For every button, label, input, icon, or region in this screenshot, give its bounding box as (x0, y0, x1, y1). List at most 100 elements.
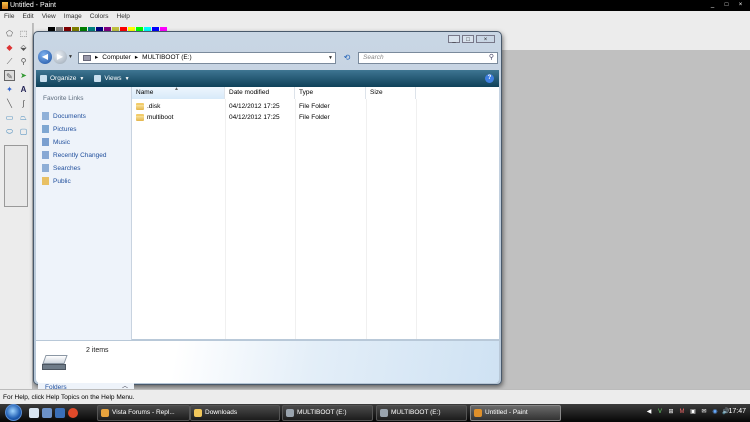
favorite-link-label: Documents (53, 112, 86, 120)
file-name: multiboot (147, 114, 174, 121)
menu-file[interactable]: File (4, 11, 14, 23)
tray-app-icon[interactable]: ⊞ (667, 408, 675, 417)
music-icon (42, 138, 49, 146)
column-header-date-modified[interactable]: Date modified (225, 87, 295, 99)
favorite-link-searches[interactable]: Searches (42, 164, 80, 172)
item-count: 2 items (86, 347, 109, 354)
tray-mail-icon[interactable]: ✉ (700, 408, 708, 417)
close-button[interactable]: × (735, 1, 746, 9)
tray-app-icon[interactable]: M (678, 408, 686, 417)
recently-changed-icon (42, 151, 49, 159)
polygon-icon[interactable]: ⏢ (18, 112, 29, 123)
ellipse-icon[interactable]: ⬭ (4, 126, 15, 137)
clock[interactable]: 17:47 (728, 408, 746, 415)
views-button[interactable]: Views ▼ (94, 75, 130, 82)
taskbar-button-browser[interactable]: Vista Forums - Repl... (97, 405, 190, 421)
text-tool-icon[interactable]: A (18, 84, 29, 95)
taskbar-button-paint[interactable]: Untitled - Paint (470, 405, 561, 421)
maximize-button[interactable]: □ (721, 1, 732, 9)
favorite-link-music[interactable]: Music (42, 138, 70, 146)
quick-launch-icon[interactable] (29, 408, 39, 418)
menu-view[interactable]: View (42, 11, 56, 23)
column-header-label: Type (299, 89, 314, 96)
brush-icon[interactable]: ➤ (18, 70, 29, 81)
explorer-minimize-button[interactable]: _ (448, 35, 460, 43)
column-divider (295, 99, 296, 339)
taskbar-button-multiboot-1[interactable]: MULTIBOOT (E:) (282, 405, 373, 421)
favorite-link-recently-changed[interactable]: Recently Changed (42, 151, 106, 159)
explorer-maximize-button[interactable]: □ (462, 35, 474, 43)
curve-icon[interactable]: ∫ (18, 98, 29, 109)
eraser-icon[interactable]: ◆ (4, 42, 15, 53)
favorite-link-label: Pictures (53, 125, 77, 133)
airbrush-icon[interactable]: ✦ (4, 84, 15, 95)
taskbar-button-downloads[interactable]: Downloads (190, 405, 280, 421)
command-bar: Organize ▼ Views ▼ ? (36, 70, 499, 87)
file-row[interactable]: .disk 04/12/2012 17:25 File Folder (132, 101, 499, 112)
tool-options-box[interactable] (4, 145, 28, 207)
drive-icon (286, 409, 294, 417)
column-header-name[interactable]: ▲ Name (132, 86, 225, 99)
fill-icon[interactable]: ⬙ (18, 42, 29, 53)
menu-colors[interactable]: Colors (90, 11, 109, 23)
minimize-button[interactable]: _ (707, 1, 718, 9)
search-icon[interactable]: ⚲ (489, 53, 494, 63)
address-dropdown-icon[interactable]: ▼ (328, 53, 333, 63)
quick-launch-icon[interactable] (55, 408, 65, 418)
explorer-close-button[interactable]: × (476, 35, 495, 43)
favorite-link-label: Music (53, 138, 70, 146)
favorite-link-public[interactable]: Public (42, 177, 71, 185)
column-header-type[interactable]: Type (295, 87, 366, 99)
menu-help[interactable]: Help (117, 11, 130, 23)
explorer-window: _ □ × ◀ ▶ ▼ ▸ Computer ▸ MULTIBOOT (E:) … (33, 31, 502, 394)
forward-button[interactable]: ▶ (53, 50, 67, 64)
free-select-icon[interactable]: ⬠ (4, 28, 15, 39)
color-picker-icon[interactable]: ⟋ (4, 56, 15, 67)
start-button[interactable] (5, 404, 22, 421)
rectangle-icon[interactable]: ▭ (4, 112, 15, 123)
back-button[interactable]: ◀ (38, 50, 52, 64)
paint-window-title: Untitled - Paint (10, 2, 56, 9)
folder-icon (194, 409, 202, 417)
taskbar-button-label: Vista Forums - Repl... (112, 409, 175, 416)
public-folder-icon (42, 177, 49, 185)
favorite-link-label: Recently Changed (53, 151, 107, 159)
help-icon[interactable]: ? (485, 74, 494, 83)
taskbar-button-multiboot-2[interactable]: MULTIBOOT (E:) (376, 405, 467, 421)
details-pane: 2 items (36, 340, 499, 383)
menu-image[interactable]: Image (64, 11, 82, 23)
organize-icon (40, 75, 47, 82)
favorite-link-pictures[interactable]: Pictures (42, 125, 76, 133)
menu-edit[interactable]: Edit (22, 11, 33, 23)
quick-launch-icon[interactable] (42, 408, 52, 418)
favorite-link-label: Public (53, 177, 71, 185)
status-text: For Help, click Help Topics on the Help … (3, 394, 135, 401)
recent-pages-dropdown[interactable]: ▼ (68, 52, 76, 62)
refresh-icon[interactable]: ⟲ (340, 52, 354, 64)
folder-icon (136, 103, 144, 110)
paint-app-icon (2, 2, 8, 9)
tray-expand-icon[interactable]: ◀ (645, 408, 653, 417)
column-header-label: Date modified (229, 89, 270, 96)
search-input[interactable]: Search ⚲ (358, 52, 498, 64)
tray-app-icon[interactable]: V (656, 408, 664, 417)
magnifier-icon[interactable]: ⚲ (18, 56, 29, 67)
file-type: File Folder (299, 114, 330, 121)
pencil-icon[interactable]: ✎ (4, 70, 15, 81)
searches-icon (42, 164, 49, 172)
folder-icon (136, 114, 144, 121)
breadcrumb-drive[interactable]: MULTIBOOT (E:) (142, 53, 192, 63)
quick-launch-icon[interactable] (68, 408, 78, 418)
rounded-rect-icon[interactable]: ▢ (18, 126, 29, 137)
network-icon[interactable]: ◉ (711, 408, 719, 417)
column-divider (366, 99, 367, 339)
file-row[interactable]: multiboot 04/12/2012 17:25 File Folder (132, 112, 499, 123)
column-header-size[interactable]: Size (366, 87, 416, 99)
breadcrumb-computer[interactable]: Computer (102, 53, 131, 63)
line-icon[interactable]: ╲ (4, 98, 15, 109)
address-bar[interactable]: ▸ Computer ▸ MULTIBOOT (E:) ▼ (78, 52, 336, 64)
organize-button[interactable]: Organize ▼ (40, 75, 84, 82)
tray-app-icon[interactable]: ▣ (689, 408, 697, 417)
rect-select-icon[interactable]: ⬚ (18, 28, 29, 39)
favorite-link-documents[interactable]: Documents (42, 112, 86, 120)
